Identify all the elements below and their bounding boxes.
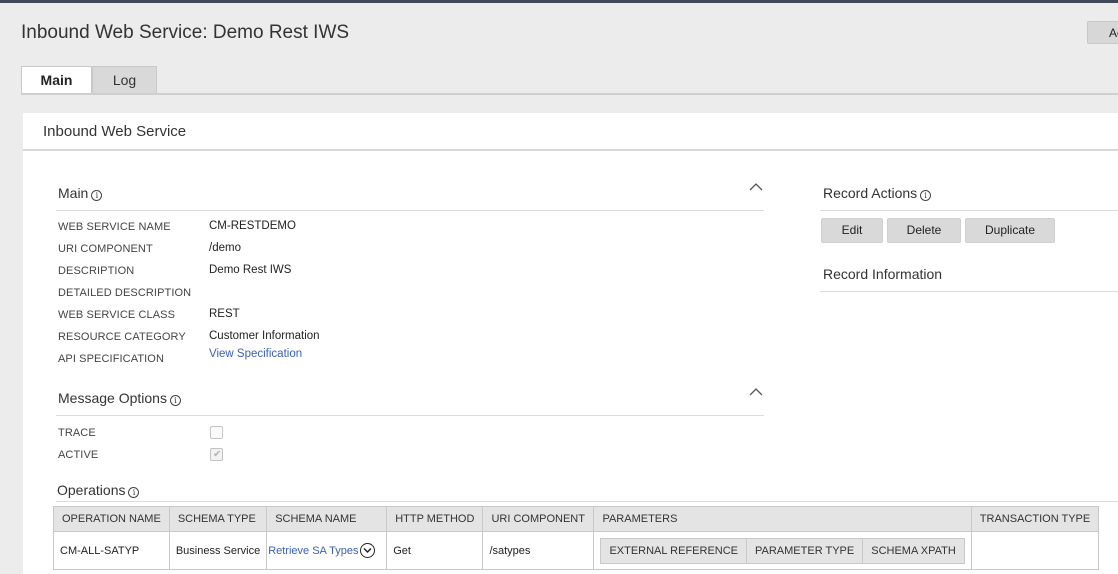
edit-button[interactable]: Edit bbox=[821, 218, 883, 243]
panel-divider bbox=[23, 149, 1118, 151]
operations-label: Operations bbox=[57, 482, 126, 498]
trace-checkbox[interactable] bbox=[210, 426, 223, 439]
duplicate-button[interactable]: Duplicate bbox=[965, 218, 1055, 243]
tab-main[interactable]: Main bbox=[21, 66, 92, 94]
tabs-divider bbox=[21, 93, 1118, 95]
column-header-parameter-type: PARAMETER TYPE bbox=[745, 537, 864, 564]
schema-name-cell: Retrieve SA Types bbox=[266, 531, 388, 570]
field-label-detailed-description: DETAILED DESCRIPTION bbox=[58, 287, 192, 299]
operation-name-cell: CM-ALL-SATYP bbox=[53, 531, 170, 570]
parameters-header-row: EXTERNAL REFERENCE PARAMETER TYPE SCHEMA… bbox=[600, 537, 965, 564]
chevron-up-icon[interactable] bbox=[749, 182, 763, 191]
record-actions-divider bbox=[820, 210, 1118, 211]
record-information-divider bbox=[820, 291, 1118, 292]
field-label-uri-component: URI COMPONENT bbox=[58, 243, 153, 255]
field-value-web-service-class: REST bbox=[209, 308, 240, 320]
active-checkbox[interactable]: ✔ bbox=[210, 448, 223, 461]
top-accent-bar bbox=[0, 0, 1118, 3]
trace-label: TRACE bbox=[58, 427, 96, 439]
column-header-parameters: PARAMETERS bbox=[593, 506, 972, 532]
http-method-cell: Get bbox=[386, 531, 484, 570]
schema-type-cell: Business Service bbox=[168, 531, 268, 570]
column-header-external-reference: EXTERNAL REFERENCE bbox=[600, 537, 747, 564]
field-label-web-service-class: WEB SERVICE CLASS bbox=[58, 309, 176, 321]
parameters-cell: EXTERNAL REFERENCE PARAMETER TYPE SCHEMA… bbox=[593, 531, 972, 570]
main-section-divider bbox=[56, 210, 764, 211]
record-actions-title: Record Actions i bbox=[823, 185, 932, 201]
operations-title: Operations i bbox=[57, 482, 140, 498]
info-icon[interactable]: i bbox=[128, 487, 140, 498]
transaction-type-cell bbox=[970, 531, 1100, 570]
column-header-schema-type: SCHEMA TYPE bbox=[168, 506, 268, 532]
message-options-title: Message Options i bbox=[58, 390, 181, 406]
operations-divider bbox=[56, 501, 1118, 502]
column-header-uri-component: URI COMPONENT bbox=[482, 506, 595, 532]
operations-table: OPERATION NAME SCHEMA TYPE SCHEMA NAME H… bbox=[53, 506, 1100, 570]
column-header-http-method: HTTP METHOD bbox=[386, 506, 484, 532]
parameters-subtable: EXTERNAL REFERENCE PARAMETER TYPE SCHEMA… bbox=[600, 537, 965, 564]
field-label-resource-category: RESOURCE CATEGORY bbox=[58, 331, 186, 343]
field-label-api-specification: API SPECIFICATION bbox=[58, 353, 165, 365]
info-icon[interactable]: i bbox=[91, 190, 103, 201]
chevron-up-icon[interactable] bbox=[749, 387, 763, 396]
actions-button[interactable]: Ac bbox=[1087, 21, 1118, 44]
delete-button[interactable]: Delete bbox=[887, 218, 961, 243]
panel-title: Inbound Web Service bbox=[43, 123, 187, 140]
schema-name-link[interactable]: Retrieve SA Types bbox=[268, 545, 358, 557]
info-icon[interactable]: i bbox=[920, 190, 932, 201]
column-header-operation-name: OPERATION NAME bbox=[53, 506, 170, 532]
page-title: Inbound Web Service: Demo Rest IWS bbox=[21, 22, 350, 43]
field-label-description: DESCRIPTION bbox=[58, 265, 135, 277]
column-header-schema-xpath: SCHEMA XPATH bbox=[862, 537, 965, 564]
main-section-title: Main i bbox=[58, 185, 103, 201]
active-label: ACTIVE bbox=[58, 449, 99, 461]
field-value-uri-component: /demo bbox=[209, 242, 241, 254]
main-section-label: Main bbox=[58, 185, 89, 201]
view-specification-link[interactable]: View Specification bbox=[209, 348, 302, 360]
record-information-title: Record Information bbox=[823, 266, 943, 282]
info-icon[interactable]: i bbox=[169, 395, 181, 406]
field-value-resource-category: Customer Information bbox=[209, 330, 320, 342]
record-actions-label: Record Actions bbox=[823, 185, 918, 201]
uri-component-cell: /satypes bbox=[482, 531, 595, 570]
chevron-down-circle-icon[interactable] bbox=[360, 543, 376, 558]
column-header-transaction-type: TRANSACTION TYPE bbox=[970, 506, 1100, 532]
message-options-label: Message Options bbox=[58, 390, 167, 406]
tab-log[interactable]: Log bbox=[92, 66, 157, 94]
operations-header-row: OPERATION NAME SCHEMA TYPE SCHEMA NAME H… bbox=[53, 506, 1100, 532]
checkmark-icon: ✔ bbox=[213, 449, 222, 460]
field-value-description: Demo Rest IWS bbox=[209, 264, 292, 276]
inbound-web-service-panel: Inbound Web Service Main i WEB SERVICE NA… bbox=[23, 113, 1118, 574]
column-header-schema-name: SCHEMA NAME bbox=[266, 506, 388, 532]
message-options-divider bbox=[56, 415, 764, 416]
table-row: CM-ALL-SATYP Business Service Retrieve S… bbox=[53, 531, 1100, 570]
field-label-web-service-name: WEB SERVICE NAME bbox=[58, 221, 171, 233]
field-value-web-service-name: CM-RESTDEMO bbox=[209, 220, 296, 232]
